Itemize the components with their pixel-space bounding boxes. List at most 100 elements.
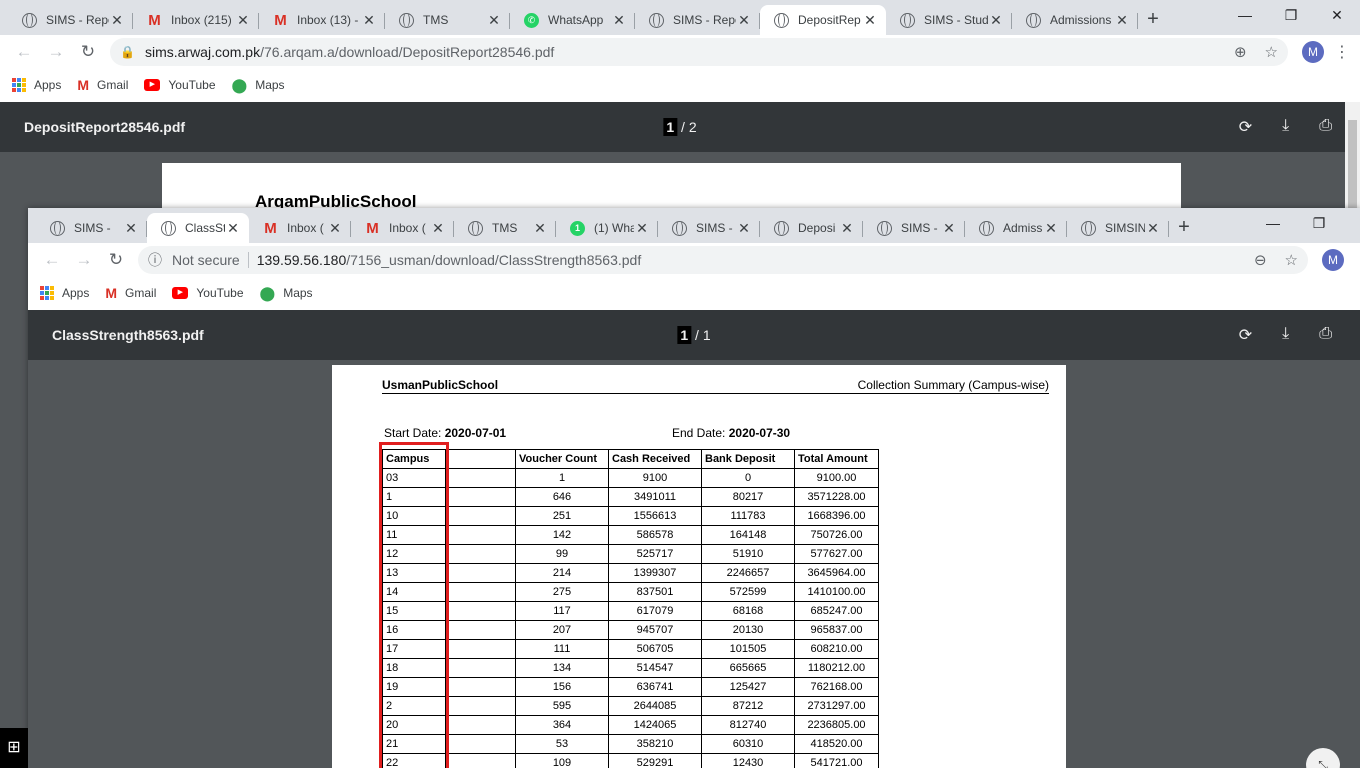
profile-avatar[interactable]: M [1322,248,1344,271]
windows-start-icon[interactable]: ⊞ [0,728,28,768]
close-window-button[interactable]: ✕ [1314,0,1360,30]
print-icon[interactable]: ⎙ [1319,117,1332,137]
close-tab-icon[interactable]: ✕ [736,220,752,237]
restore-button[interactable]: ❐ [1268,0,1314,30]
close-tab-icon[interactable]: ✕ [430,220,446,237]
close-tab-icon[interactable]: ✕ [109,12,125,29]
kebab-menu-icon[interactable]: ⋮ [1332,42,1352,62]
youtube-icon: ▶ [144,79,161,91]
bookmark-youtube[interactable]: ▶ YouTube [144,78,216,92]
browser-tab[interactable]: SIMS - ✕ [658,213,760,243]
url-host: sims.arwaj.com.pk [144,43,261,60]
close-tab-icon[interactable]: ✕ [611,12,627,29]
browser-tab[interactable]: Admiss ✕ [965,213,1067,243]
bookmarks-bar: Apps M Gmail ▶ YouTube ⬤ Maps [0,68,1360,102]
forward-button[interactable]: → [40,42,72,62]
browser-tab[interactable]: SIMS - Repo ✕ [635,5,760,35]
close-tab-icon[interactable]: ✕ [988,12,1004,29]
reload-button[interactable]: ↻ [100,250,132,270]
table-cell: 358210 [608,734,702,754]
browser-tab[interactable]: ClassSt ✕ [147,213,249,243]
close-tab-icon[interactable]: ✕ [327,220,343,237]
close-tab-icon[interactable]: ✕ [1145,220,1161,237]
browser-tab[interactable]: TMS ✕ [385,5,510,35]
browser-tab[interactable]: M Inbox (215) ✕ [133,5,259,35]
zoom-out-icon[interactable]: ⊖ [1254,251,1267,269]
bookmark-gmail[interactable]: M Gmail [77,77,128,93]
browser-tab[interactable]: M Inbox (✕ [249,213,351,243]
bookmark-maps[interactable]: ⬤ Maps [260,285,313,302]
back-button[interactable]: ← [8,42,40,62]
table-cell: 572599 [701,582,795,602]
close-tab-icon[interactable]: ✕ [235,12,251,29]
bookmark-star-icon[interactable]: ☆ [1285,251,1298,269]
download-icon[interactable]: ⤓ [1282,117,1289,137]
browser-tab[interactable]: SIMS - ✕ [863,213,965,243]
browser-tab[interactable]: SIMS - Repo ✕ [8,5,133,35]
close-tab-icon[interactable]: ✕ [486,12,502,29]
rotate-icon[interactable]: ⟳ [1239,117,1252,137]
front-toolbar: ← → ↻ ⓘ Not secure 139.59.56.180/7156_us… [28,243,1360,276]
browser-tab[interactable]: M Inbox (13) - ✕ [259,5,385,35]
current-page[interactable]: 1 [663,118,678,136]
info-icon[interactable]: ⓘ [148,250,162,270]
table-cell: 636741 [608,677,702,697]
address-bar[interactable]: ⓘ Not secure 139.59.56.180/7156_usman/do… [138,245,1308,274]
browser-tab[interactable]: ✆ WhatsApp ✕ [510,5,635,35]
end-date-label: End Date: [672,426,726,440]
fit-page-icon[interactable]: ⤡ [1306,748,1340,768]
table-row: 19 156 636741 125427 762168.00 [382,677,879,697]
close-tab-icon[interactable]: ✕ [634,220,650,237]
current-page[interactable]: 1 [677,326,692,344]
reload-button[interactable]: ↻ [72,42,104,62]
restore-button[interactable]: ❐ [1296,208,1342,238]
forward-button[interactable]: → [68,250,100,270]
bookmark-youtube[interactable]: ▶ YouTube [172,286,244,300]
security-status[interactable]: Not secure [172,251,249,268]
new-tab-button[interactable]: + [1138,5,1168,35]
close-tab-icon[interactable]: ✕ [862,12,878,29]
close-tab-icon[interactable]: ✕ [736,12,752,29]
close-tab-icon[interactable]: ✕ [1114,12,1130,29]
new-tab-button[interactable]: + [1169,213,1199,243]
download-icon[interactable]: ⤓ [1282,325,1289,345]
bookmark-gmail[interactable]: M Gmail [105,285,156,301]
table-row: 14 275 837501 572599 1410100.00 [382,582,879,602]
browser-tab[interactable]: TMS ✕ [454,213,556,243]
table-cell: 646 [515,487,609,507]
close-tab-icon[interactable]: ✕ [225,220,241,237]
browser-tab[interactable]: M Inbox (✕ [351,213,454,243]
browser-tab[interactable]: DepositRep ✕ [760,5,886,35]
print-icon[interactable]: ⎙ [1319,325,1332,345]
browser-tab[interactable]: SIMS - Stud ✕ [886,5,1012,35]
close-tab-icon[interactable]: ✕ [941,220,957,237]
bookmark-label: YouTube [196,286,244,300]
rotate-icon[interactable]: ⟳ [1239,325,1252,345]
minimize-button[interactable]: — [1222,0,1268,30]
browser-tab[interactable]: SIMS - ✕ [36,213,147,243]
bookmark-label: YouTube [168,78,216,92]
close-tab-icon[interactable]: ✕ [123,220,139,237]
pdf-viewer-toolbar: DepositReport28546.pdf 1 / 2 ⟳ ⤓ ⎙ [0,102,1360,152]
close-tab-icon[interactable]: ✕ [361,12,377,29]
bookmark-apps[interactable]: Apps [12,78,61,92]
close-tab-icon[interactable]: ✕ [839,220,855,237]
profile-avatar[interactable]: M [1302,40,1324,63]
close-tab-icon[interactable]: ✕ [1043,220,1059,237]
table-cell: 665665 [701,658,795,678]
browser-tab[interactable]: Deposi ✕ [760,213,863,243]
scrollbar[interactable] [1345,102,1360,208]
browser-tab[interactable]: Admissions ✕ [1012,5,1138,35]
apps-grid-icon [12,78,26,92]
bookmark-star-icon[interactable]: ☆ [1265,43,1278,61]
table-cell: 109 [515,753,609,768]
close-tab-icon[interactable]: ✕ [532,220,548,237]
zoom-icon[interactable]: ⊕ [1234,43,1247,61]
bookmark-apps[interactable]: Apps [40,286,89,300]
back-button[interactable]: ← [36,250,68,270]
bookmark-maps[interactable]: ⬤ Maps [232,77,285,94]
browser-tab[interactable]: 1 (1) Wha ✕ [556,213,658,243]
address-bar[interactable]: 🔒 sims.arwaj.com.pk/76.arqam.a/download/… [110,37,1288,66]
browser-tab[interactable]: SIMSIN ✕ [1067,213,1169,243]
minimize-button[interactable]: — [1250,208,1296,238]
